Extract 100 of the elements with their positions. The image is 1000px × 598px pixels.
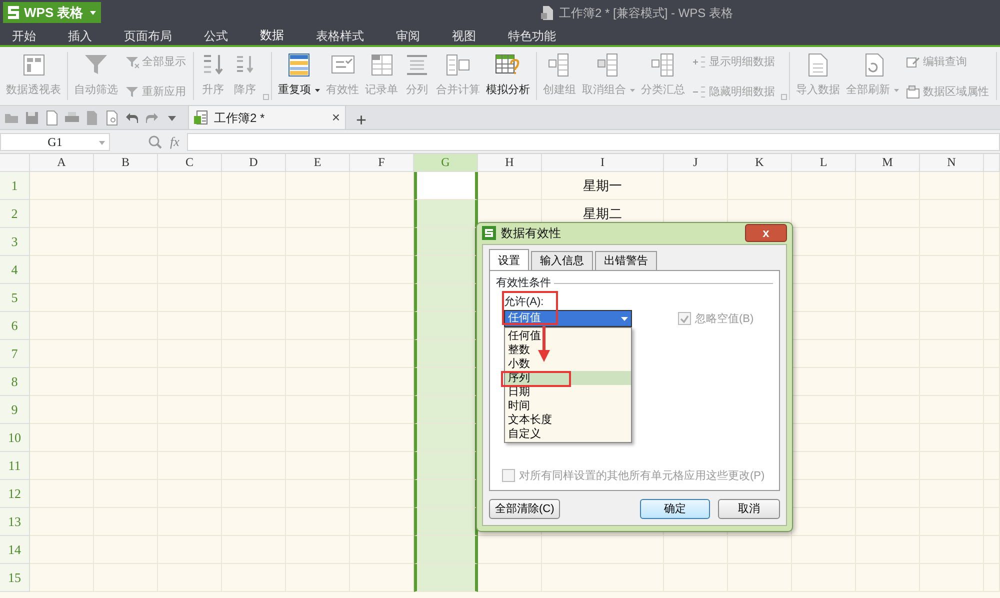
column-header[interactable]: L bbox=[792, 154, 856, 172]
row-header[interactable]: 1 bbox=[0, 172, 30, 200]
list-option[interactable]: 小数 bbox=[505, 357, 631, 371]
launcher-icon[interactable] bbox=[263, 94, 269, 100]
save-icon[interactable] bbox=[24, 110, 40, 126]
menu-tab[interactable]: 开始 bbox=[0, 25, 48, 47]
menu-tab[interactable]: 表格样式 bbox=[304, 25, 376, 47]
column-header[interactable]: M bbox=[856, 154, 920, 172]
formula-input[interactable] bbox=[187, 132, 1000, 150]
row-header[interactable]: 8 bbox=[0, 368, 30, 396]
row-header[interactable]: 7 bbox=[0, 340, 30, 368]
highlight-frame bbox=[501, 370, 571, 386]
dialog-button[interactable]: 取消 bbox=[718, 499, 780, 519]
export-icon[interactable] bbox=[44, 110, 60, 126]
list-option[interactable]: 自定义 bbox=[505, 427, 631, 441]
checkbox-label: 忽略空值(B) bbox=[695, 312, 754, 326]
row-header[interactable]: 4 bbox=[0, 256, 30, 284]
row-header[interactable]: 3 bbox=[0, 228, 30, 256]
properties-icon bbox=[906, 84, 920, 99]
row-header[interactable]: 13 bbox=[0, 508, 30, 536]
caret-icon bbox=[315, 88, 320, 92]
table-cell[interactable] bbox=[414, 284, 478, 312]
column-header[interactable]: A bbox=[30, 154, 94, 172]
column-header[interactable]: H bbox=[478, 154, 542, 172]
subtotal-icon bbox=[650, 52, 676, 78]
table-cell: 星期一 bbox=[542, 172, 664, 200]
row-header[interactable]: 11 bbox=[0, 452, 30, 480]
menu-tab[interactable]: 插入 bbox=[56, 25, 104, 47]
column-header[interactable]: E bbox=[286, 154, 350, 172]
launcher-icon[interactable] bbox=[781, 94, 787, 100]
column-header[interactable]: D bbox=[222, 154, 286, 172]
app-menu-button[interactable]: WPS 表格 bbox=[3, 2, 101, 23]
pivot-table-icon bbox=[20, 52, 46, 78]
table-cell[interactable] bbox=[414, 480, 478, 508]
document-icon bbox=[541, 6, 553, 20]
table-cell[interactable] bbox=[414, 396, 478, 424]
name-box[interactable]: G1 bbox=[0, 132, 110, 150]
row-header[interactable]: 10 bbox=[0, 424, 30, 452]
table-cell[interactable] bbox=[414, 172, 478, 200]
row-header[interactable]: 9 bbox=[0, 396, 30, 424]
list-option[interactable]: 时间 bbox=[505, 399, 631, 413]
table-cell[interactable] bbox=[414, 312, 478, 340]
caret-icon bbox=[90, 10, 96, 14]
close-button[interactable]: x bbox=[745, 224, 787, 242]
row-header[interactable]: 15 bbox=[0, 564, 30, 592]
menu-tab[interactable]: 审阅 bbox=[384, 25, 432, 47]
ribbon-button[interactable]: 模拟分析 bbox=[483, 52, 533, 100]
print-preview-icon[interactable] bbox=[84, 110, 100, 126]
window-title: 工作簿2 * [兼容模式] - WPS 表格 bbox=[559, 4, 734, 22]
table-cell[interactable] bbox=[414, 508, 478, 536]
table-cell[interactable] bbox=[414, 564, 478, 592]
list-option[interactable]: 整数 bbox=[505, 343, 631, 357]
column-header[interactable]: N bbox=[920, 154, 984, 172]
tab-label: 工作簿2 * bbox=[214, 110, 265, 126]
list-option[interactable]: 文本长度 bbox=[505, 413, 631, 427]
dialog-button[interactable]: 全部清除(C) bbox=[489, 499, 560, 519]
table-cell[interactable] bbox=[414, 452, 478, 480]
column-header[interactable]: F bbox=[350, 154, 414, 172]
column-header[interactable]: I bbox=[542, 154, 664, 172]
row-header[interactable]: 2 bbox=[0, 200, 30, 228]
column-header[interactable]: J bbox=[664, 154, 728, 172]
row-header[interactable]: 14 bbox=[0, 536, 30, 564]
new-tab-button[interactable]: + bbox=[352, 111, 371, 129]
row-header[interactable]: 6 bbox=[0, 312, 30, 340]
list-option[interactable]: 任何值 bbox=[505, 329, 631, 343]
table-cell[interactable] bbox=[414, 340, 478, 368]
dialog-tab[interactable]: 输入信息 bbox=[531, 250, 593, 270]
expand-lines-icon bbox=[692, 55, 706, 70]
column-header[interactable] bbox=[984, 154, 1000, 172]
search-icon[interactable] bbox=[148, 134, 162, 148]
column-header[interactable]: K bbox=[728, 154, 792, 172]
clear-filter-icon bbox=[125, 55, 139, 70]
table-cell[interactable] bbox=[414, 256, 478, 284]
merge-icon bbox=[445, 52, 471, 78]
table-cell[interactable] bbox=[414, 368, 478, 396]
table-cell[interactable] bbox=[414, 228, 478, 256]
row-header[interactable]: 12 bbox=[0, 480, 30, 508]
dialog-tab[interactable]: 设置 bbox=[489, 248, 529, 270]
dropdown-field[interactable]: 任何值 bbox=[504, 310, 632, 327]
menu-tab[interactable]: 特色功能 bbox=[496, 25, 568, 47]
menu-tab[interactable]: 页面布局 bbox=[112, 25, 184, 47]
document-tab[interactable]: 工作簿2 * × bbox=[188, 105, 346, 129]
column-header[interactable]: C bbox=[158, 154, 222, 172]
caret-icon bbox=[894, 88, 899, 92]
table-cell[interactable] bbox=[414, 536, 478, 564]
table-cell[interactable] bbox=[414, 424, 478, 452]
spreadsheet-icon bbox=[194, 110, 208, 125]
menu-tab[interactable]: 视图 bbox=[440, 25, 488, 47]
menu-tab[interactable]: 公式 bbox=[192, 25, 240, 47]
corner-cell[interactable] bbox=[0, 154, 30, 172]
logo-icon bbox=[8, 6, 19, 19]
caret-icon bbox=[630, 88, 635, 92]
table-cell[interactable] bbox=[414, 200, 478, 228]
ribbon-button[interactable]: 重复项 bbox=[275, 52, 323, 100]
dialog-button[interactable]: 确定 bbox=[640, 499, 710, 519]
dialog-tab[interactable]: 出错警告 bbox=[595, 250, 657, 270]
column-header[interactable]: B bbox=[94, 154, 158, 172]
close-button[interactable]: × bbox=[332, 107, 340, 128]
preview-icon[interactable] bbox=[104, 110, 120, 126]
row-header[interactable]: 5 bbox=[0, 284, 30, 312]
